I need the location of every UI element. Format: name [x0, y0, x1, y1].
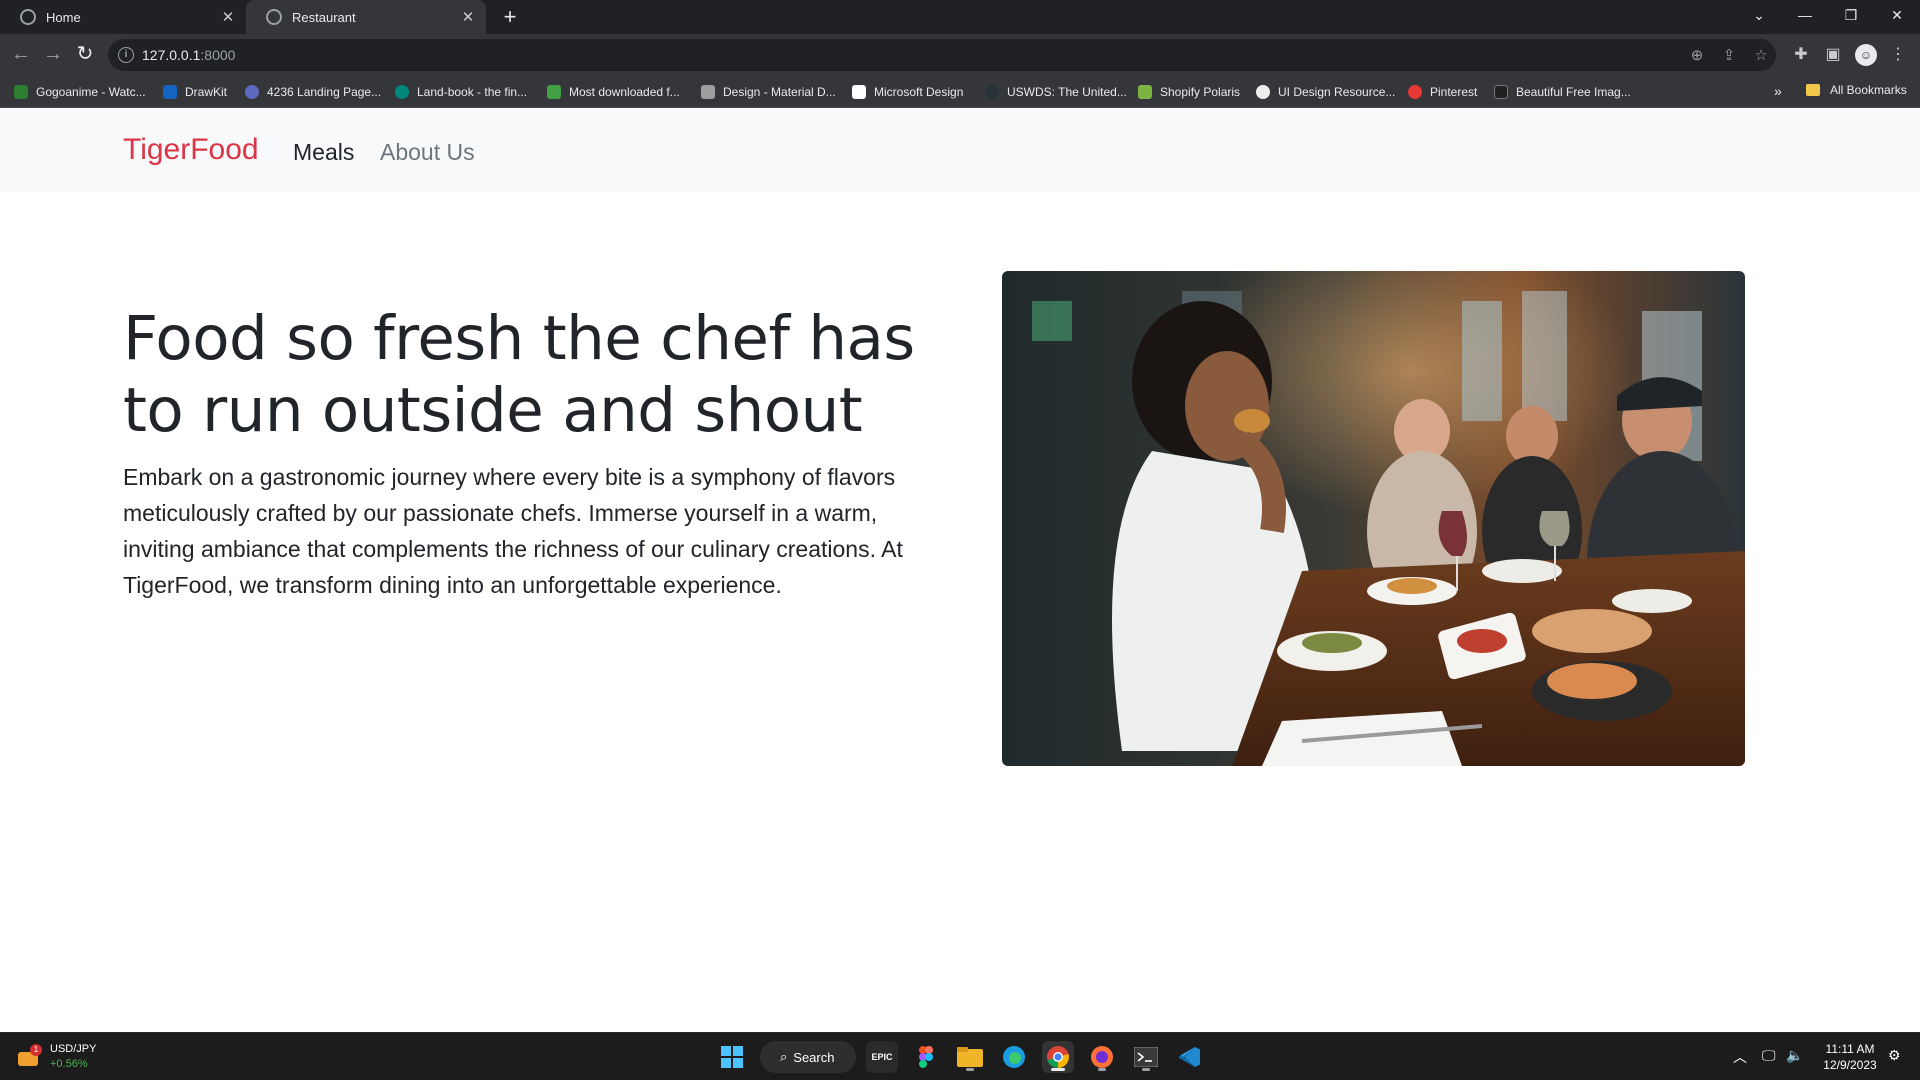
hero-title: Food so fresh the chef has to run outsid…: [123, 303, 915, 446]
widget-change: +0.56%: [50, 1058, 88, 1070]
system-clock[interactable]: 11:11 AM 12/9/2023: [1810, 1041, 1890, 1073]
network-icon[interactable]: 🖵: [1762, 1047, 1776, 1064]
bookmark-favicon-icon: [852, 85, 866, 99]
hero-description: Embark on a gastronomic journey where ev…: [123, 464, 903, 598]
browser-tab-strip: Home ✕ Restaurant ✕ + ⌄ — ❐ ✕: [0, 0, 1920, 34]
bookmark-star-icon[interactable]: ☆: [1752, 47, 1770, 65]
bookmark-item[interactable]: Land-book - the fin...: [395, 83, 527, 101]
brand-logo[interactable]: TigerFood: [123, 133, 259, 167]
bookmark-item[interactable]: DrawKit: [163, 83, 227, 101]
bookmarks-bar: Gogoanime - Watc... DrawKit 4236 Landing…: [0, 76, 1920, 108]
close-icon[interactable]: ✕: [216, 8, 240, 26]
bookmark-favicon-icon: [14, 85, 28, 99]
search-icon: ⌕: [780, 1049, 788, 1064]
bookmark-item[interactable]: Shopify Polaris: [1138, 83, 1240, 101]
browser-toolbar: ← → ↻ i 127.0.0.1:8000 ⊕ ⇪ ☆ ✚ ▣ ☺ ⋮: [0, 34, 1920, 76]
bookmark-item[interactable]: Beautiful Free Imag...: [1494, 83, 1631, 101]
notification-badge: 1: [30, 1044, 42, 1056]
globe-icon: [266, 9, 282, 25]
tab-home[interactable]: Home ✕: [0, 0, 246, 34]
bookmark-favicon-icon: [395, 85, 409, 99]
pinterest-icon: [1408, 85, 1422, 99]
chrome-icon[interactable]: [1042, 1041, 1074, 1073]
back-icon[interactable]: ←: [6, 34, 36, 76]
bookmark-item[interactable]: 4236 Landing Page...: [245, 83, 381, 101]
bookmark-item[interactable]: Most downloaded f...: [547, 83, 680, 101]
profile-avatar[interactable]: ☺: [1855, 44, 1877, 66]
bookmark-favicon-icon: [1138, 85, 1152, 99]
side-panel-icon[interactable]: ▣: [1822, 44, 1844, 66]
share-icon[interactable]: ⇪: [1720, 47, 1738, 65]
bookmark-item[interactable]: Microsoft Design: [852, 83, 963, 101]
start-button[interactable]: [716, 1041, 748, 1073]
menu-icon[interactable]: ⋮: [1887, 44, 1909, 66]
nav-link-meals[interactable]: Meals: [293, 139, 354, 166]
address-bar[interactable]: i 127.0.0.1:8000 ⊕ ⇪ ☆: [108, 39, 1776, 71]
bookmark-favicon-icon: [245, 85, 259, 99]
folder-icon: [1806, 84, 1820, 96]
tab-search-button[interactable]: ⌄: [1736, 0, 1782, 34]
more-bookmarks-icon[interactable]: »: [1774, 83, 1782, 99]
bookmark-item[interactable]: USWDS: The United...: [985, 83, 1127, 101]
url-text[interactable]: 127.0.0.1:8000: [142, 47, 235, 63]
figma-icon[interactable]: [910, 1041, 942, 1073]
bookmark-favicon-icon: [1256, 85, 1270, 99]
volume-icon[interactable]: 🔈: [1786, 1047, 1803, 1064]
bookmark-favicon-icon: [547, 85, 561, 99]
running-indicator: [1051, 1068, 1065, 1071]
file-explorer-icon[interactable]: [954, 1041, 986, 1073]
close-icon[interactable]: ✕: [456, 8, 480, 26]
clock-time: 11:11 AM: [1825, 1042, 1875, 1056]
minimize-button[interactable]: —: [1782, 0, 1828, 34]
globe-icon: [20, 9, 36, 25]
bookmark-item[interactable]: Design - Material D...: [701, 83, 836, 101]
extensions-icon[interactable]: ✚: [1790, 44, 1812, 66]
close-window-button[interactable]: ✕: [1874, 0, 1920, 34]
firefox-icon[interactable]: [1086, 1041, 1118, 1073]
hero-image: [1002, 271, 1745, 766]
windows-taskbar: 1 USD/JPY +0.56% ⌕ Search EPIC ︿ 🖵 🔈 11:1…: [0, 1032, 1920, 1080]
widget-title: USD/JPY: [50, 1043, 97, 1055]
currency-icon: 1: [18, 1044, 42, 1068]
page-content: TigerFood Meals About Us Food so fresh t…: [0, 109, 1920, 1032]
zoom-icon[interactable]: ⊕: [1688, 47, 1706, 65]
bookmark-item[interactable]: Pinterest: [1408, 83, 1477, 101]
bookmark-favicon-icon: [163, 85, 177, 99]
site-info-icon[interactable]: i: [118, 47, 134, 63]
epic-games-icon[interactable]: EPIC: [866, 1041, 898, 1073]
bookmark-favicon-icon: [1494, 85, 1508, 99]
chevron-up-icon[interactable]: ︿: [1733, 1047, 1747, 1067]
vscode-icon[interactable]: [1174, 1041, 1206, 1073]
notification-icon[interactable]: ⚙: [1888, 1047, 1901, 1064]
tab-title: Restaurant: [292, 9, 356, 25]
edge-icon[interactable]: [998, 1041, 1030, 1073]
tab-restaurant[interactable]: Restaurant ✕: [246, 0, 486, 34]
bookmark-favicon-icon: [985, 85, 999, 99]
running-indicator: [1142, 1068, 1150, 1071]
bookmark-item[interactable]: UI Design Resource...: [1256, 83, 1395, 101]
bookmark-favicon-icon: [701, 85, 715, 99]
stock-widget[interactable]: 1 USD/JPY +0.56%: [18, 1042, 96, 1072]
forward-icon[interactable]: →: [38, 34, 68, 76]
reload-icon[interactable]: ↻: [70, 34, 100, 76]
running-indicator: [966, 1068, 974, 1071]
new-tab-button[interactable]: +: [496, 3, 524, 31]
all-bookmarks-button[interactable]: All Bookmarks: [1806, 83, 1907, 97]
site-navbar: TigerFood Meals About Us: [0, 109, 1920, 192]
taskbar-search[interactable]: ⌕ Search: [760, 1041, 856, 1073]
bookmark-item[interactable]: Gogoanime - Watc...: [14, 83, 146, 101]
running-indicator: [1098, 1068, 1106, 1071]
tab-title: Home: [46, 9, 81, 25]
clock-date: 12/9/2023: [1823, 1058, 1877, 1072]
restore-button[interactable]: ❐: [1828, 0, 1874, 34]
terminal-icon[interactable]: [1130, 1041, 1162, 1073]
nav-link-about[interactable]: About Us: [380, 139, 475, 166]
